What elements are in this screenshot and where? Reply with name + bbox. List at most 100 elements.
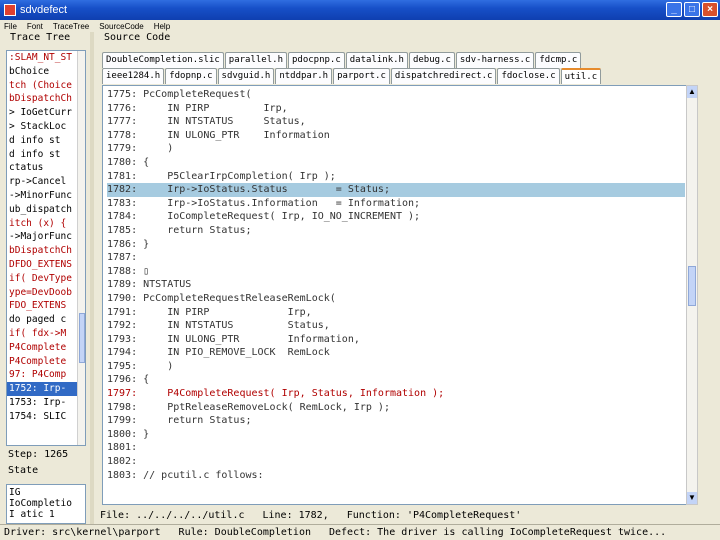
trace-item[interactable]: if( fdx->M — [7, 327, 79, 341]
code-line: 1794: IN PIO_REMOVE_LOCK RemLock — [107, 347, 330, 359]
location-info: File: ../../../../util.c Line: 1782, Fun… — [100, 508, 700, 522]
code-line: 1803: // pcutil.c follows: — [107, 469, 264, 481]
file-tab[interactable]: fdoclose.c — [497, 68, 560, 84]
code-line: 1800: } — [107, 428, 150, 440]
trace-tree-panel[interactable]: :SLAM_NT_ST bChoice tch (Choice bDispatchCh… — [6, 50, 86, 446]
file-tab[interactable]: fdopnp.c — [165, 68, 217, 84]
code-line: 1802: — [107, 456, 138, 468]
menu-sourcecode[interactable]: SourceCode — [99, 22, 143, 31]
line-number: Line: 1782, — [262, 509, 329, 521]
file-tabs-row-1: DoubleCompletion.slic parallel.h pdocpnp.c… — [102, 52, 582, 68]
trace-item[interactable]: 1752: Irp- — [7, 382, 79, 396]
app-icon — [4, 4, 16, 16]
file-tabs-row-2: ieee1284.h fdopnp.c sdvguid.h ntddpar.h parp… — [102, 68, 602, 84]
maximize-button[interactable]: □ — [684, 2, 700, 17]
trace-list: :SLAM_NT_ST bChoice tch (Choice bDispatchCh… — [7, 51, 79, 424]
code-line: 1788: ▯ — [107, 265, 150, 277]
trace-item[interactable]: bDispatchCh — [7, 244, 79, 258]
trace-item[interactable]: > IoGetCurr — [7, 106, 79, 120]
code-line: 1792: IN NTSTATUS Status, — [107, 320, 330, 332]
file-tab[interactable]: util.c — [560, 68, 602, 84]
minimize-button[interactable]: _ — [666, 2, 682, 17]
pane-splitter[interactable] — [90, 32, 94, 524]
trace-item[interactable]: 1753: Irp- — [7, 396, 79, 410]
file-tab[interactable]: fdcmp.c — [535, 52, 582, 68]
trace-item[interactable]: P4Complete — [7, 355, 79, 369]
menu-font[interactable]: Font — [27, 22, 43, 31]
code-line: 1793: IN ULONG_PTR Information, — [107, 333, 360, 345]
menu-tracetree[interactable]: TraceTree — [53, 22, 89, 31]
file-tab[interactable]: sdv-harness.c — [455, 52, 535, 68]
status-driver: Driver: src\kernel\parport — [4, 527, 161, 538]
code-line: 1781: P5ClearIrpCompletion( Irp ); — [107, 170, 336, 182]
file-tab[interactable]: datalink.h — [345, 52, 408, 68]
trace-item[interactable]: itch (x) { — [7, 217, 79, 231]
menu-help[interactable]: Help — [154, 22, 170, 31]
code-line: 1795: ) — [107, 360, 174, 372]
file-tab[interactable]: parallel.h — [224, 52, 287, 68]
code-lines: 1775: PcCompleteRequest(1776: IN PIRP Ir… — [107, 88, 685, 482]
file-tab[interactable]: ieee1284.h — [102, 68, 165, 84]
trace-item[interactable]: P4Complete — [7, 341, 79, 355]
state-item: IG — [9, 487, 21, 498]
file-tab[interactable]: pdocpnp.c — [287, 52, 345, 68]
file-tab[interactable]: sdvguid.h — [217, 68, 275, 84]
file-tab[interactable]: ntddpar.h — [275, 68, 333, 84]
window-title: sdvdefect — [20, 4, 68, 16]
trace-item[interactable]: DFDO_EXTENS — [7, 258, 79, 272]
status-bar: Driver: src\kernel\parport Rule: DoubleC… — [0, 524, 720, 540]
code-line: 1796: { — [107, 374, 150, 386]
scroll-up-arrow-icon[interactable]: ▲ — [687, 86, 697, 98]
file-tab[interactable]: DoubleCompletion.slic — [102, 52, 224, 68]
code-line: 1786: } — [107, 238, 150, 250]
trace-item[interactable]: 1754: SLIC — [7, 410, 79, 424]
window-controls: _ □ × — [666, 2, 718, 17]
trace-item[interactable]: if( DevType — [7, 272, 79, 286]
file-tab[interactable]: dispatchredirect.c — [390, 68, 497, 84]
scroll-down-arrow-icon[interactable]: ▼ — [687, 492, 697, 504]
file-tab[interactable]: parport.c — [333, 68, 390, 84]
trace-item[interactable]: ->MajorFunc — [7, 230, 79, 244]
trace-item[interactable]: bDispatchCh — [7, 92, 79, 106]
trace-item[interactable]: do paged c — [7, 313, 79, 327]
trace-item[interactable]: ype=DevDoob — [7, 286, 79, 300]
highlighted-code-line: 1782: Irp->IoStatus.Status = Status; — [107, 183, 685, 197]
code-line: 1797: P4CompleteRequest( Irp, Status, In… — [107, 388, 445, 400]
trace-item[interactable]: d info st — [7, 134, 79, 148]
menu-file[interactable]: File — [4, 22, 17, 31]
file-tab[interactable]: debug.c — [408, 52, 455, 68]
trace-item[interactable]: 97: P4Comp — [7, 368, 79, 382]
trace-item[interactable]: d info st — [7, 148, 79, 162]
trace-scroll-thumb[interactable] — [79, 313, 85, 363]
trace-scrollbar[interactable] — [77, 51, 85, 445]
code-line: 1790: PcCompleteRequestReleaseRemLock( — [107, 292, 336, 304]
code-line: 1780: { — [107, 156, 150, 168]
step-counter: Step: 1265 — [8, 449, 69, 460]
code-scroll-thumb[interactable] — [688, 266, 696, 306]
trace-item[interactable]: ub_dispatch — [7, 203, 79, 217]
trace-item[interactable]: tch (Choice — [7, 79, 79, 93]
code-line: 1775: PcCompleteRequest( — [107, 89, 252, 100]
code-scrollbar[interactable]: ▲ ▼ — [686, 85, 698, 505]
trace-item[interactable]: rp->Cancel — [7, 175, 79, 189]
trace-item[interactable]: ->MinorFunc — [7, 189, 79, 203]
code-line: 1789: NTSTATUS — [107, 279, 192, 291]
source-code-view[interactable]: 1775: PcCompleteRequest(1776: IN PIRP Ir… — [102, 85, 698, 505]
code-line: 1785: return Status; — [107, 224, 252, 236]
code-line: 1787: — [107, 252, 138, 264]
close-button[interactable]: × — [702, 2, 718, 17]
state-item: I atic 1 — [9, 509, 55, 520]
trace-item[interactable]: bChoice — [7, 65, 79, 79]
trace-item[interactable]: ctatus — [7, 161, 79, 175]
status-rule: Rule: DoubleCompletion — [178, 527, 311, 538]
code-line: 1777: IN NTSTATUS Status, — [107, 116, 306, 128]
trace-item[interactable]: FDO_EXTENS — [7, 299, 79, 313]
trace-item[interactable]: :SLAM_NT_ST — [7, 51, 79, 65]
state-panel[interactable]: IG IoCompletio I atic 1 — [6, 484, 86, 524]
state-item: IoCompletio — [9, 498, 72, 509]
trace-item[interactable]: > StackLoc — [7, 120, 79, 134]
code-line: 1791: IN PIRP Irp, — [107, 306, 312, 318]
code-line: 1798: PptReleaseRemoveLock( RemLock, Irp… — [107, 401, 390, 413]
trace-tree-title: Trace Tree — [10, 32, 71, 43]
state-title: State — [8, 465, 39, 476]
